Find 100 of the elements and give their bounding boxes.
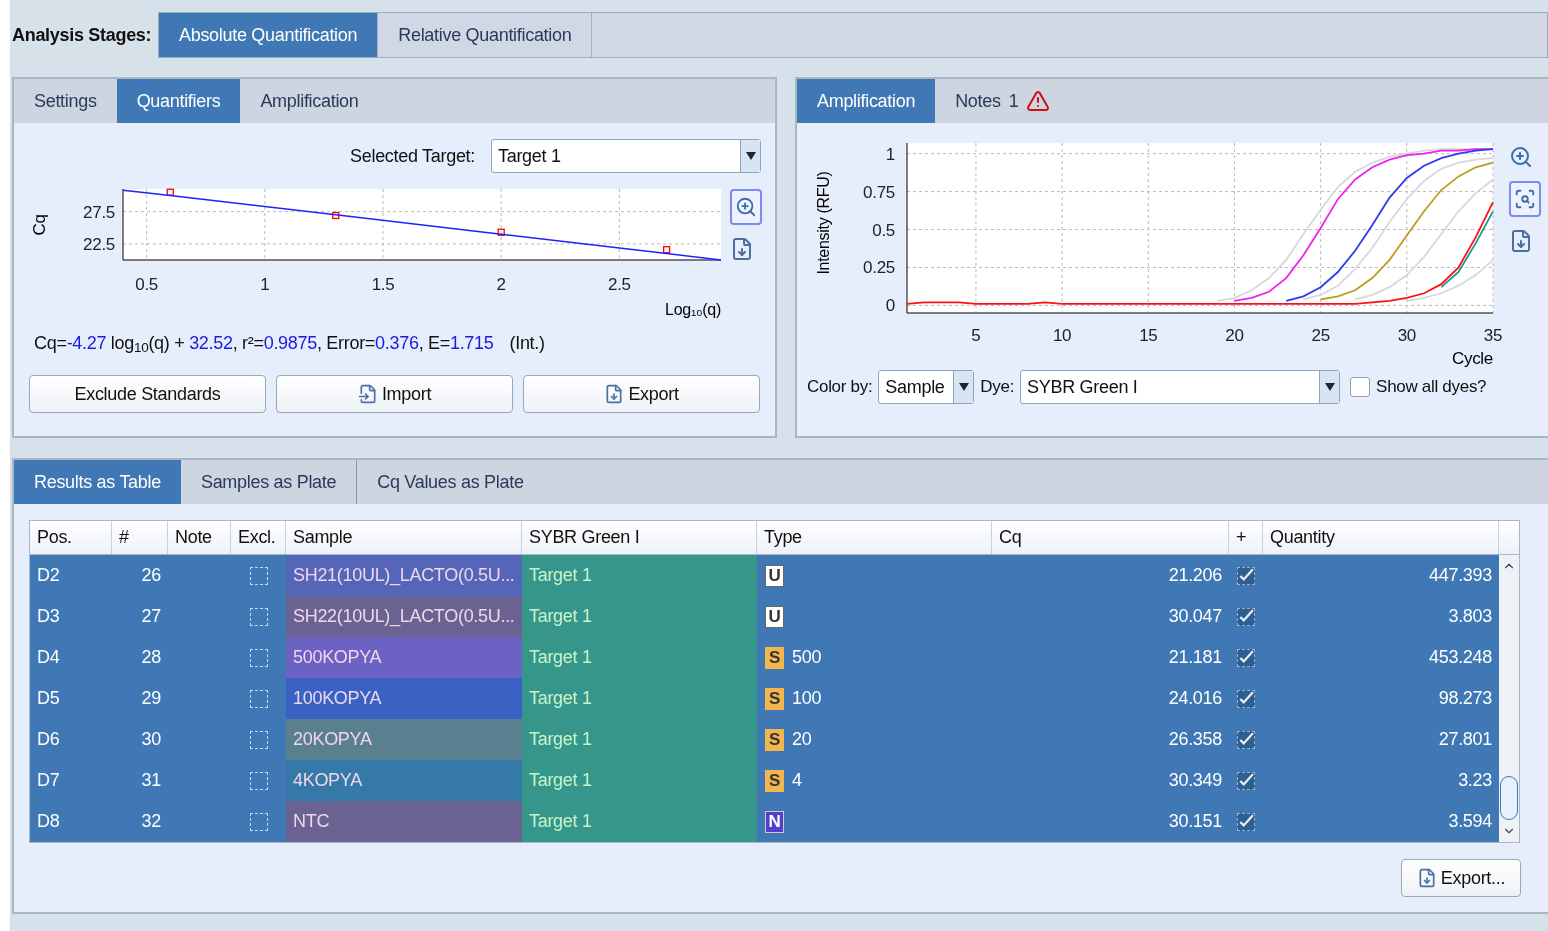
include-checkbox[interactable] [1237,812,1255,831]
target-cell: Target 1 [522,596,757,637]
exclude-checkbox[interactable] [249,689,268,708]
table-row[interactable]: D2 26 SH21(10UL)_LACTO(0.5U... Target 1 U 21.206 447.393 [30,555,1499,596]
sample-cell: SH21(10UL)_LACTO(0.5U... [286,555,522,596]
warning-icon [1026,89,1051,113]
target-cell: Target 1 [522,719,757,760]
include-checkbox[interactable] [1237,607,1255,626]
type-badge: S [765,646,784,669]
tab[interactable]: Notes 1 [935,79,1071,123]
table-cell-text: 21.206 [1168,564,1222,587]
table-row[interactable]: D5 29 100KOPYA Target 1 S 100 24.016 98.273 [30,678,1499,719]
axis-title: Intensity (RFU) [815,171,832,275]
type-badge: S [765,769,784,792]
type-badge: S [765,687,784,710]
dropdown[interactable]: SYBR Green I [1020,370,1341,404]
regression-equation: Cq=-4.27 log$_{10}$(q) + 32.52, r²=0.9875, Error=0.376, E=1.715 [34,332,494,357]
zoom-icon [735,196,757,218]
include-checkbox[interactable] [1237,566,1255,585]
tick-label: 2.5 [608,275,631,294]
table-cell-text: 30.151 [1168,810,1222,833]
scroll-thumb[interactable] [1500,776,1518,820]
column-header[interactable]: Note [168,521,231,554]
import-icon [357,384,378,404]
export-icon[interactable] [1509,229,1533,253]
sample-cell: 100KOPYA [286,678,522,719]
table-row[interactable]: D6 30 20KOPYA Target 1 S 20 26.358 27.801 [30,719,1499,760]
data-point [166,188,174,196]
column-header[interactable]: Excl. [231,521,286,554]
target-cell: Target 1 [522,801,757,842]
include-checkbox[interactable] [1237,689,1255,708]
tab[interactable]: Absolute Quantification [159,13,379,57]
dropdown[interactable]: Sample [878,370,975,404]
table-row[interactable]: D8 32 NTC Target 1 N 30.151 3.594 [30,801,1499,842]
exclude-checkbox[interactable] [249,812,268,831]
export-icon[interactable] [730,237,754,261]
tab[interactable]: Results as Table [14,460,181,504]
sample-cell: 500KOPYA [286,637,522,678]
tab[interactable]: Cq Values as Plate [357,460,544,504]
exclude-checkbox[interactable] [249,648,268,667]
scrollbar[interactable] [1499,555,1519,842]
target-cell: Target 1 [522,637,757,678]
tick-label: 35 [1483,326,1503,345]
table-cell-text: 4 [792,769,802,792]
exclude-checkbox[interactable] [249,730,268,749]
dropdown[interactable]: Target 1 [491,139,761,173]
include-checkbox[interactable] [1237,730,1255,749]
table-row[interactable]: D7 31 4KOPYA Target 1 S 4 30.349 3.23 [30,760,1499,801]
dye-label: Dye: [980,376,1015,399]
column-header[interactable]: Quantity [1263,521,1499,554]
export-icon [604,384,625,404]
table-cell-text: 29 [141,687,161,710]
zoom-area-button[interactable] [1509,181,1541,217]
exclude-checkbox[interactable] [249,771,268,790]
tab[interactable]: Settings [14,79,117,123]
column-header[interactable]: SYBR Green I [522,521,757,554]
table-cell-text: D5 [37,687,60,710]
column-header[interactable]: + [1229,521,1263,554]
table-cell-text: 27.801 [1438,728,1492,751]
tab[interactable]: Samples as Plate [180,460,358,504]
column-header[interactable]: # [112,521,168,554]
tick-label: 0.5 [872,220,895,240]
exclude-checkbox[interactable] [249,607,268,626]
type-badge: S [765,728,784,751]
tab[interactable]: Amplification [797,79,936,123]
include-checkbox[interactable] [1237,648,1255,667]
table-cell-text: 98.273 [1438,687,1492,710]
zoom-button[interactable] [730,189,762,225]
zoom-area-icon [1514,188,1536,210]
tick-label: 1 [885,144,895,164]
checkbox-label: Show all dyes? [1376,376,1487,399]
include-checkbox[interactable] [1237,771,1255,790]
column-header[interactable]: Cq [992,521,1229,554]
data-point [663,246,671,254]
table-row[interactable]: D3 27 SH22(10UL)_LACTO(0.5U... Target 1 U 30.047 3.803 [30,596,1499,637]
action-button[interactable]: Export [523,375,760,413]
tick-label: 0.75 [863,182,895,202]
table-cell-text: D3 [37,605,60,628]
table-cell-text: 32 [141,810,161,833]
column-header[interactable]: Type [757,521,992,554]
notes-count: 1 [1008,89,1019,113]
column-header[interactable]: Pos. [30,521,112,554]
tick-label: 0.5 [135,275,158,294]
table-row[interactable]: D4 28 500KOPYA Target 1 S 500 21.181 453.248 [30,637,1499,678]
sample-cell: 20KOPYA [286,719,522,760]
type-badge: U [765,564,784,587]
action-button[interactable]: Import [276,375,513,413]
column-header[interactable]: Sample [286,521,522,554]
tab[interactable]: Quantifiers [116,79,241,123]
data-point [332,211,340,220]
export-button[interactable]: Export... [1401,859,1521,897]
tab[interactable]: Relative Quantification [378,13,593,57]
action-button[interactable]: Exclude Standards [29,375,266,413]
tab[interactable]: Amplification [240,79,379,123]
exclude-checkbox[interactable] [249,566,268,585]
table-cell-text: 31 [141,769,161,792]
checkbox[interactable] [1350,377,1371,397]
tick-label: 22.5 [83,234,115,254]
zoom-icon[interactable] [1509,145,1533,169]
caret-icon [1324,383,1335,391]
